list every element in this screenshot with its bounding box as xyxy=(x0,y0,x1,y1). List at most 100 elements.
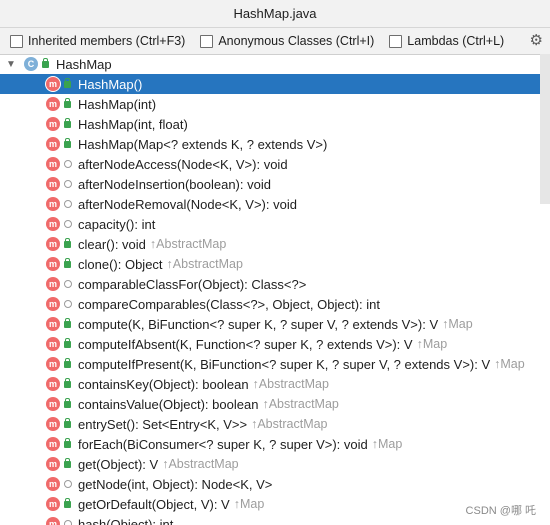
member-signature: getOrDefault(Object, V): V xyxy=(78,496,230,512)
class-icon: C xyxy=(24,57,38,71)
tree-root-hashmap[interactable]: ▼ C HashMap xyxy=(0,54,550,74)
anonymous-classes-checkbox[interactable] xyxy=(200,34,214,48)
tree-item-member[interactable]: m HashMap(int, float) xyxy=(0,114,550,134)
package-visibility-icon xyxy=(63,520,72,525)
method-icon: m xyxy=(46,437,60,451)
anonymous-classes-option[interactable]: Anonymous Classes (Ctrl+I) xyxy=(200,34,374,48)
method-icon: m xyxy=(46,257,60,271)
method-icon: m xyxy=(46,377,60,391)
window-title-bar: HashMap.java xyxy=(0,0,550,28)
public-visibility-icon xyxy=(63,257,72,269)
tree-item-member[interactable]: m clone(): Object ↑AbstractMap xyxy=(0,254,550,274)
filter-options-bar: Inherited members (Ctrl+F3) Anonymous Cl… xyxy=(0,28,550,55)
public-visibility-icon xyxy=(63,337,72,349)
method-icon: m xyxy=(46,117,60,131)
lambdas-option[interactable]: Lambdas (Ctrl+L) xyxy=(389,34,504,48)
public-visibility-icon xyxy=(63,437,72,449)
tree-item-member[interactable]: m afterNodeAccess(Node<K, V>): void xyxy=(0,154,550,174)
public-visibility-icon xyxy=(63,317,72,329)
member-signature: afterNodeInsertion(boolean): void xyxy=(78,176,271,192)
member-signature: HashMap() xyxy=(78,76,143,92)
method-icon: m xyxy=(46,137,60,151)
tree-item-member[interactable]: m afterNodeInsertion(boolean): void xyxy=(0,174,550,194)
member-signature: HashMap(int, float) xyxy=(78,116,188,132)
method-icon: m xyxy=(46,217,60,231)
tree-item-member[interactable]: m capacity(): int xyxy=(0,214,550,234)
watermark: CSDN @哪 吒 xyxy=(465,502,536,518)
inherited-from-label: ↑Map xyxy=(416,337,448,351)
inherited-from-label: ↑AbstractMap xyxy=(149,237,227,251)
lambdas-checkbox[interactable] xyxy=(389,34,403,48)
member-signature: computeIfAbsent(K, Function<? super K, ?… xyxy=(78,336,413,352)
package-visibility-icon xyxy=(63,180,72,189)
package-visibility-icon xyxy=(63,160,72,169)
member-signature: afterNodeRemoval(Node<K, V>): void xyxy=(78,196,297,212)
tree-item-member[interactable]: m comparableClassFor(Object): Class<?> xyxy=(0,274,550,294)
tree-item-member[interactable]: m afterNodeRemoval(Node<K, V>): void xyxy=(0,194,550,214)
inherited-from-label: ↑Map xyxy=(371,437,403,451)
method-icon: m xyxy=(46,297,60,311)
method-icon: m xyxy=(46,417,60,431)
member-signature: clear(): void xyxy=(78,236,146,252)
anonymous-classes-label: Anonymous Classes (Ctrl+I) xyxy=(218,34,375,48)
inherited-from-label: ↑Map xyxy=(442,317,473,331)
member-signature: clone(): Object xyxy=(78,256,163,272)
member-signature: afterNodeAccess(Node<K, V>): void xyxy=(78,156,288,172)
public-visibility-icon xyxy=(63,397,72,409)
tree-root-label: HashMap xyxy=(56,56,112,72)
tree-item-member[interactable]: m get(Object): V ↑AbstractMap xyxy=(0,454,550,474)
tree-item-member[interactable]: m entrySet(): Set<Entry<K, V>> ↑AbstractMa… xyxy=(0,414,550,434)
public-visibility-icon xyxy=(63,77,72,89)
method-icon: m xyxy=(46,497,60,511)
tree-item-member[interactable]: m computeIfPresent(K, BiFunction<? super … xyxy=(0,354,550,374)
package-visibility-icon xyxy=(63,200,72,209)
method-icon: m xyxy=(46,457,60,471)
tree-item-member[interactable]: m computeIfAbsent(K, Function<? super K, … xyxy=(0,334,550,354)
public-visibility-icon xyxy=(63,457,72,469)
chevron-down-icon[interactable]: ▼ xyxy=(6,59,16,70)
inherited-members-checkbox[interactable] xyxy=(10,34,23,48)
tree-item-member[interactable]: m getNode(int, Object): Node<K, V> xyxy=(0,474,550,494)
public-visibility-icon xyxy=(63,377,72,389)
package-visibility-icon xyxy=(63,280,72,289)
method-icon: m xyxy=(46,357,60,371)
package-visibility-icon xyxy=(63,480,72,489)
method-icon: m xyxy=(46,157,60,171)
inherited-from-label: ↑AbstractMap xyxy=(251,417,328,431)
tree-item-member[interactable]: m HashMap(Map<? extends K, ? extends V>) xyxy=(0,134,550,154)
member-signature: forEach(BiConsumer<? super K, ? super V>… xyxy=(78,436,368,452)
tree-item-member[interactable]: m clear(): void ↑AbstractMap xyxy=(0,234,550,254)
package-visibility-icon xyxy=(63,220,72,229)
gear-icon[interactable]: ⚙ xyxy=(530,32,543,50)
inherited-from-label: ↑AbstractMap xyxy=(166,257,243,271)
tree-item-member[interactable]: m containsValue(Object): boolean ↑Abstract… xyxy=(0,394,550,414)
method-icon: m xyxy=(46,337,60,351)
vertical-scrollbar[interactable] xyxy=(540,54,550,204)
tree-item-member[interactable]: m HashMap(int) xyxy=(0,94,550,114)
public-visibility-icon xyxy=(63,117,72,129)
member-signature: get(Object): V xyxy=(78,456,159,472)
public-visibility-icon xyxy=(63,497,72,509)
tree-item-member[interactable]: m HashMap() xyxy=(0,74,550,94)
tree-item-member[interactable]: m containsKey(Object): boolean ↑AbstractMa… xyxy=(0,374,550,394)
member-signature: hash(Object): int xyxy=(78,516,174,525)
member-signature: entrySet(): Set<Entry<K, V>> xyxy=(78,416,248,432)
member-signature: HashMap(int) xyxy=(78,96,157,112)
tree-item-member[interactable]: m compute(K, BiFunction<? super K, ? supe… xyxy=(0,314,550,334)
structure-tree: ▼ C HashMap m HashMap() m HashMap(int) m Hash… xyxy=(0,54,550,525)
tree-item-member[interactable]: m forEach(BiConsumer<? super K, ? super V… xyxy=(0,434,550,454)
public-visibility-icon xyxy=(41,57,50,69)
method-icon: m xyxy=(46,197,60,211)
public-visibility-icon xyxy=(63,237,72,249)
method-icon: m xyxy=(46,237,60,251)
lambdas-label: Lambdas (Ctrl+L) xyxy=(407,34,505,48)
tree-item-member[interactable]: m compareComparables(Class<?>, Object, Ob… xyxy=(0,294,550,314)
member-signature: compareComparables(Class<?>, Object, Obj… xyxy=(78,296,381,312)
method-icon: m xyxy=(46,317,60,331)
inherited-members-option[interactable]: Inherited members (Ctrl+F3) xyxy=(10,34,185,48)
member-signature: compute(K, BiFunction<? super K, ? super… xyxy=(78,316,439,332)
method-icon: m xyxy=(46,477,60,491)
member-signature: containsValue(Object): boolean xyxy=(78,396,259,412)
member-signature: HashMap(Map<? extends K, ? extends V>) xyxy=(78,136,328,152)
public-visibility-icon xyxy=(63,357,72,369)
